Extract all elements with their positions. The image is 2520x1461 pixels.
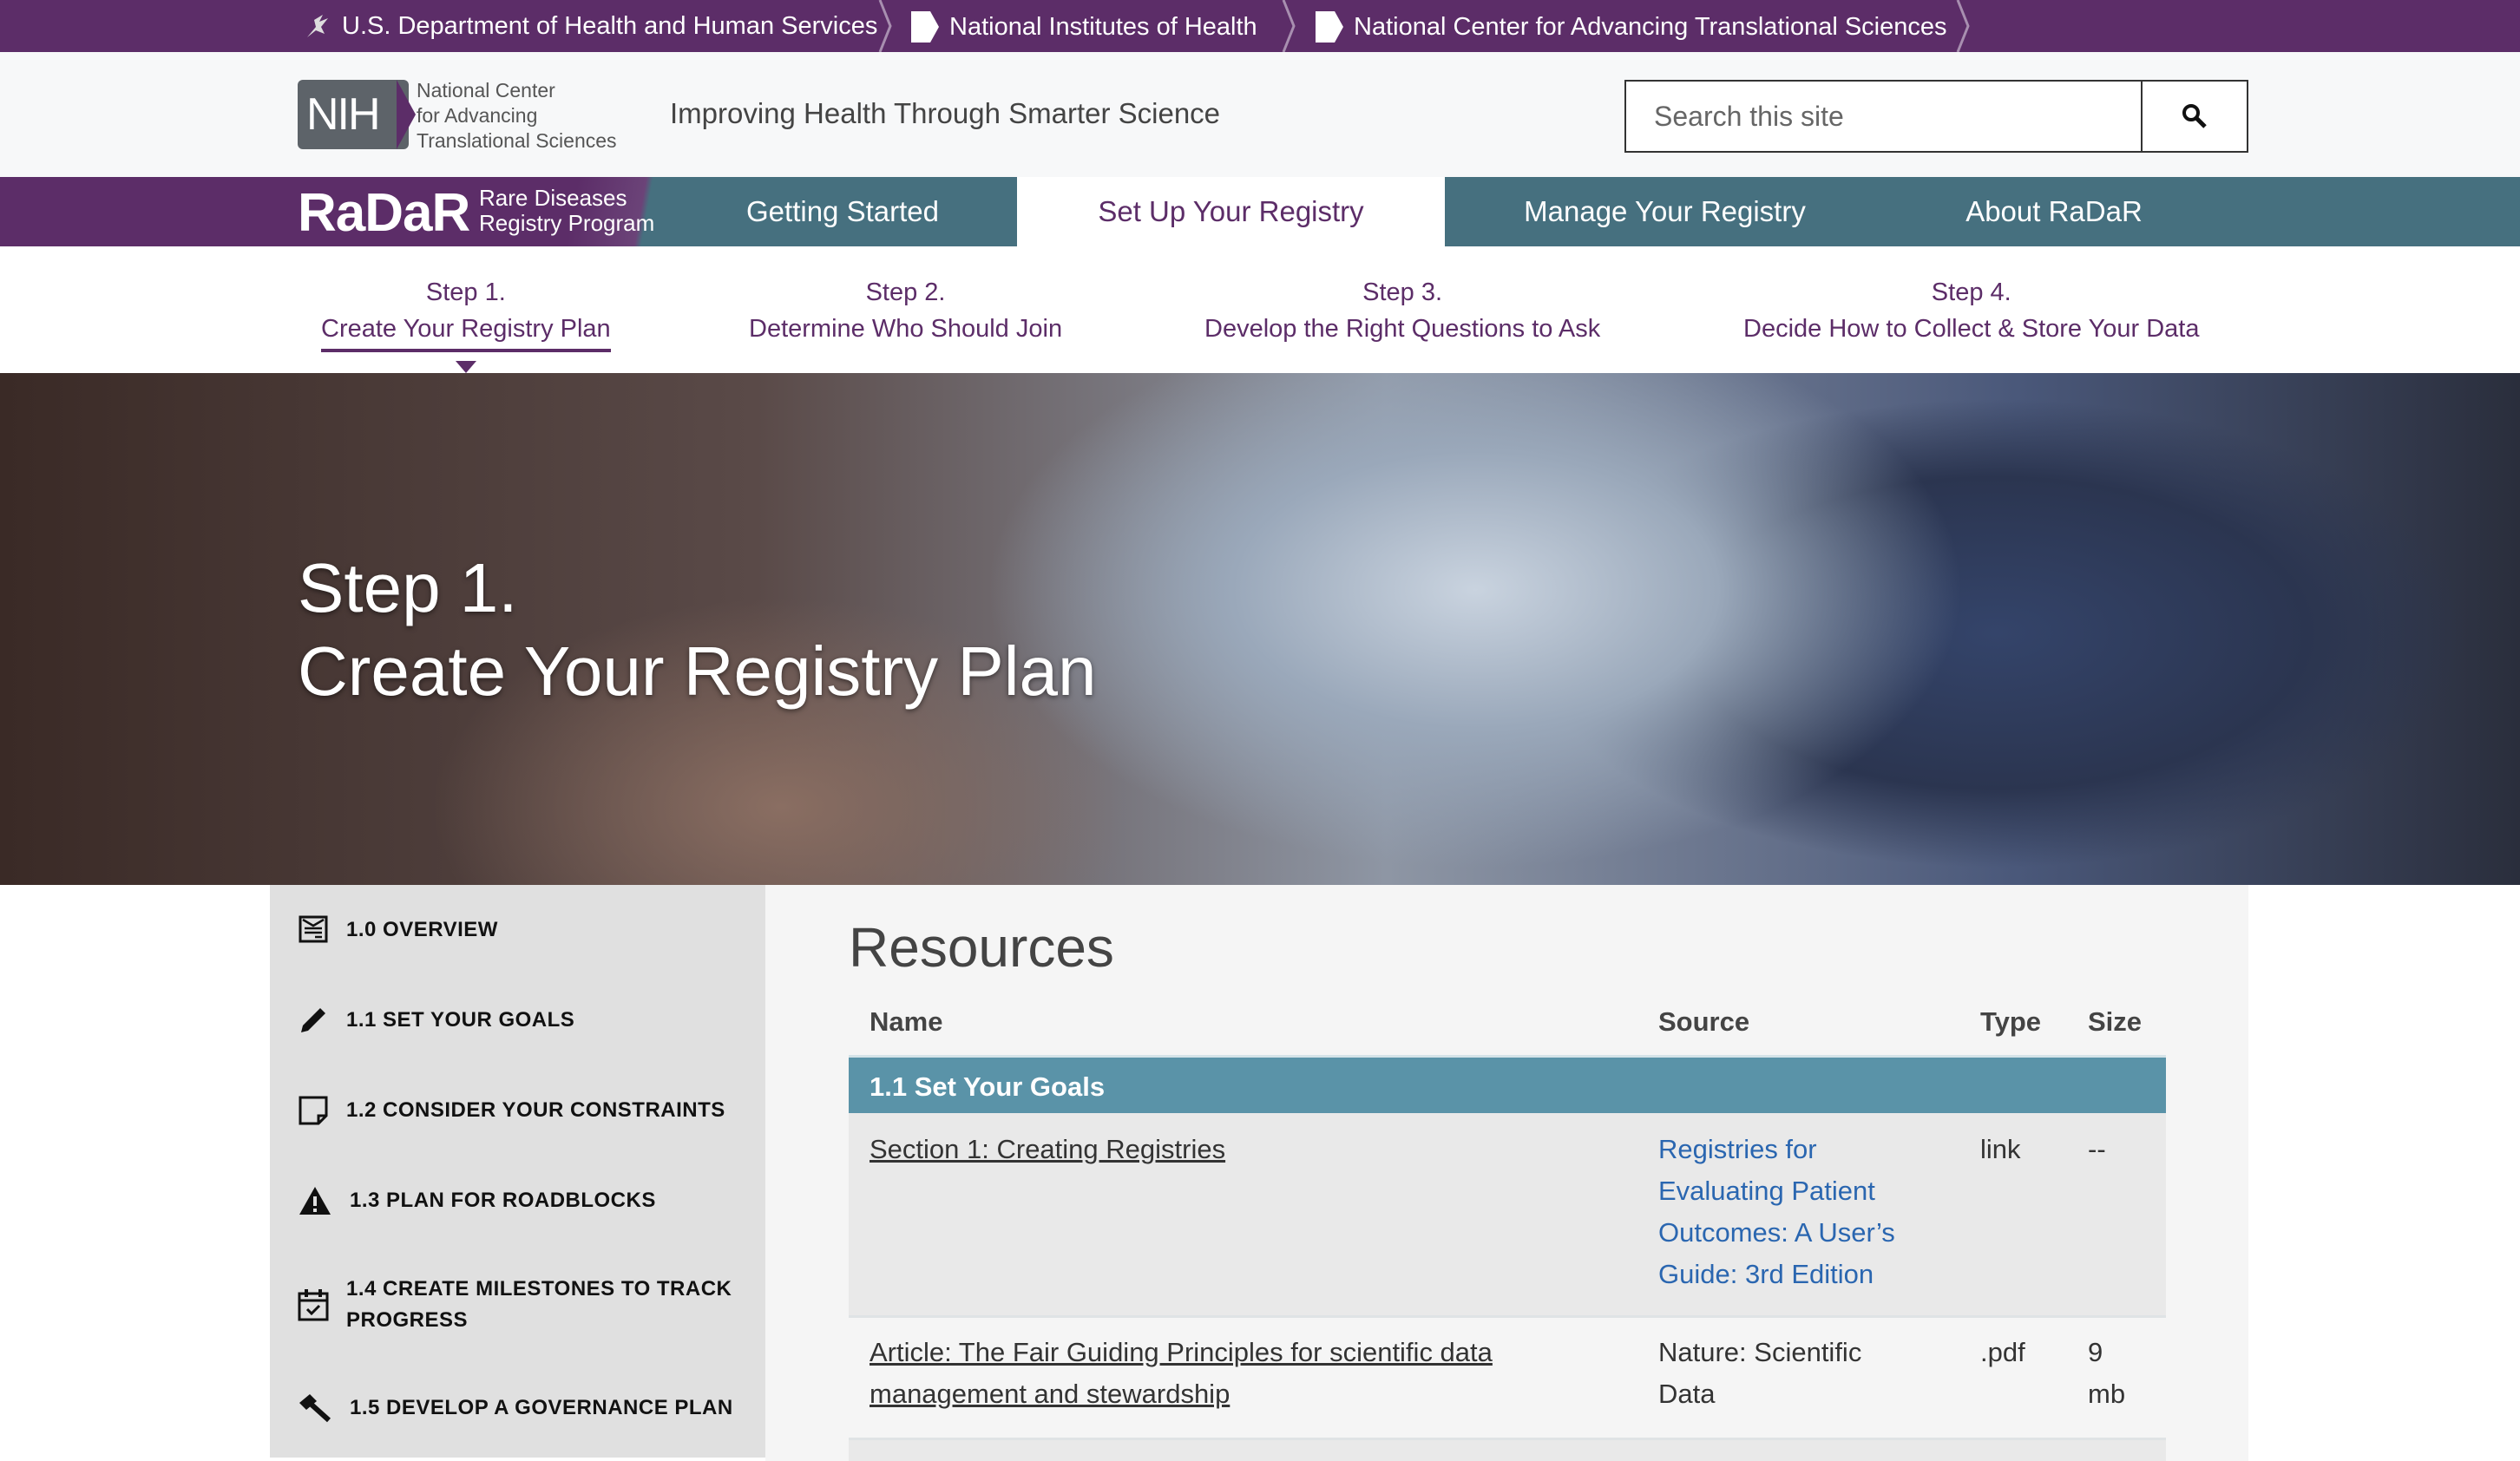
table-row: Section 1: Creating Registries Registrie… (849, 1113, 2166, 1318)
nih-arrow-icon (1316, 11, 1343, 43)
column-header-type: Type (1980, 1006, 2042, 1037)
search-button[interactable] (2141, 82, 2247, 151)
radar-subtitle-line: Registry Program (479, 210, 655, 236)
step-title: Create Your Registry Plan (321, 311, 611, 352)
sidebar-item-governance-plan[interactable]: 1.5 DEVELOP A GOVERNANCE PLAN (298, 1392, 733, 1424)
resource-source-link[interactable]: Registries for Evaluating Patient Outcom… (1658, 1129, 1945, 1295)
resources-heading: Resources (849, 916, 1114, 979)
sidebar-item-label: 1.0 OVERVIEW (346, 918, 498, 941)
sidebar-item-overview[interactable]: 1.0 OVERVIEW (298, 914, 498, 946)
ncats-link[interactable]: National Center for Advancing Translatio… (1316, 11, 1947, 43)
resource-size: -- (2088, 1134, 2106, 1164)
breadcrumb-separator-icon (1282, 0, 1296, 52)
sidebar-item-plan-for-roadblocks[interactable]: 1.3 PLAN FOR ROADBLOCKS (298, 1185, 656, 1216)
column-header-name: Name (870, 1006, 943, 1037)
calendar-check-icon (298, 1289, 329, 1321)
hero-title-line: Create Your Registry Plan (298, 632, 1097, 710)
search-form (1624, 80, 2248, 153)
nih-link-label: National Institutes of Health (949, 12, 1257, 41)
warning-icon (299, 1187, 331, 1215)
resource-name-link[interactable]: Section 1: Creating Registries (870, 1129, 1225, 1170)
radar-logo[interactable]: RaDaR Rare Diseases Registry Program (0, 177, 668, 246)
overview-icon (299, 915, 328, 943)
nih-logo[interactable]: NIH (298, 80, 416, 149)
resource-name-link[interactable]: Article: The Fair Guiding Principles for… (870, 1332, 1581, 1415)
note-icon (299, 1096, 328, 1125)
column-header-size: Size (2088, 1006, 2143, 1037)
sidebar-item-set-your-goals[interactable]: 1.1 SET YOUR GOALS (298, 1005, 574, 1036)
nav-tab-manage-your-registry[interactable]: Manage Your Registry (1445, 177, 1885, 246)
breadcrumb-separator-icon (1956, 0, 1970, 52)
org-line: Translational Sciences (417, 129, 617, 152)
hhs-link[interactable]: U.S. Department of Health and Human Serv… (304, 11, 877, 41)
table-row (849, 1440, 2166, 1461)
step-title: Determine Who Should Join (749, 315, 1063, 343)
hero-title: Step 1. Create Your Registry Plan (298, 547, 1097, 713)
sidebar-item-label: 1.2 CONSIDER YOUR CONSTRAINTS (346, 1098, 725, 1122)
sidebar-item-label: 1.5 DEVELOP A GOVERNANCE PLAN (350, 1396, 733, 1419)
nav-tab-getting-started[interactable]: Getting Started (668, 177, 1017, 246)
step-3-link[interactable]: Step 3. Develop the Right Questions to As… (1204, 274, 1600, 347)
step-2-link[interactable]: Step 2. Determine Who Should Join (749, 274, 1062, 347)
gavel-icon (299, 1394, 331, 1423)
nih-arrow-icon (911, 11, 939, 43)
step-title: Decide How to Collect & Store Your Data (1743, 315, 2200, 343)
section-sidebar: 1.0 OVERVIEW 1.1 SET YOUR GOALS 1.2 CONS… (270, 885, 765, 1458)
step-number: Step 3. (1362, 278, 1443, 306)
nih-logo-text: NIH (306, 89, 381, 140)
nav-tab-set-up-your-registry[interactable]: Set Up Your Registry (1017, 177, 1445, 246)
org-line: National Center (417, 79, 555, 102)
column-header-source: Source (1658, 1006, 1750, 1037)
table-group-header: 1.1 Set Your Goals (849, 1055, 2166, 1113)
hhs-link-label: U.S. Department of Health and Human Serv… (342, 11, 878, 40)
step-4-link[interactable]: Step 4. Decide How to Collect & Store You… (1743, 274, 2200, 347)
step-number: Step 4. (1931, 278, 2011, 306)
search-input[interactable] (1626, 82, 2141, 151)
step-number: Step 1. (425, 278, 506, 306)
resource-size: 9 mb (2088, 1337, 2126, 1409)
nih-link[interactable]: National Institutes of Health (911, 11, 1257, 43)
resource-source: Nature: Scientific Data (1658, 1337, 1862, 1409)
ncats-link-label: National Center for Advancing Translatio… (1354, 12, 1947, 41)
resource-type: .pdf (1980, 1337, 2025, 1367)
main-nav: RaDaR Rare Diseases Registry Program Get… (0, 177, 2520, 246)
pencil-icon (301, 1008, 325, 1032)
sidebar-item-label: 1.4 CREATE MILESTONES TO TRACK PROGRESS (346, 1277, 732, 1332)
step-1-link[interactable]: Step 1. Create Your Registry Plan (321, 274, 611, 373)
radar-subtitle: Rare Diseases Registry Program (479, 186, 654, 236)
step-nav: Step 1. Create Your Registry Plan Step 2.… (0, 246, 2520, 373)
org-line: for Advancing (417, 104, 538, 127)
sidebar-item-create-milestones[interactable]: 1.4 CREATE MILESTONES TO TRACK PROGRESS (298, 1274, 749, 1336)
step-title: Develop the Right Questions to Ask (1204, 315, 1601, 343)
search-icon (2182, 104, 2207, 128)
hhs-top-bar: U.S. Department of Health and Human Serv… (0, 0, 2520, 52)
sidebar-item-label: 1.1 SET YOUR GOALS (346, 1008, 575, 1032)
sidebar-item-label: 1.3 PLAN FOR ROADBLOCKS (350, 1189, 656, 1212)
hhs-eagle-icon (307, 15, 328, 37)
step-number: Step 2. (865, 278, 946, 306)
nav-tab-about-radar[interactable]: About RaDaR (1885, 177, 2223, 246)
hero-title-line: Step 1. (298, 549, 518, 626)
sidebar-item-consider-constraints[interactable]: 1.2 CONSIDER YOUR CONSTRAINTS (298, 1095, 725, 1126)
hero-banner: Step 1. Create Your Registry Plan (0, 373, 2520, 885)
resource-type: link (1980, 1134, 2021, 1164)
radar-brand: RaDaR (298, 183, 470, 243)
radar-subtitle-line: Rare Diseases (479, 185, 627, 211)
tagline: Improving Health Through Smarter Science (670, 97, 1221, 129)
breadcrumb-separator-icon (878, 0, 892, 52)
ncats-name: National Center for Advancing Translatio… (417, 78, 617, 154)
table-row: Article: The Fair Guiding Principles for… (849, 1318, 2166, 1440)
